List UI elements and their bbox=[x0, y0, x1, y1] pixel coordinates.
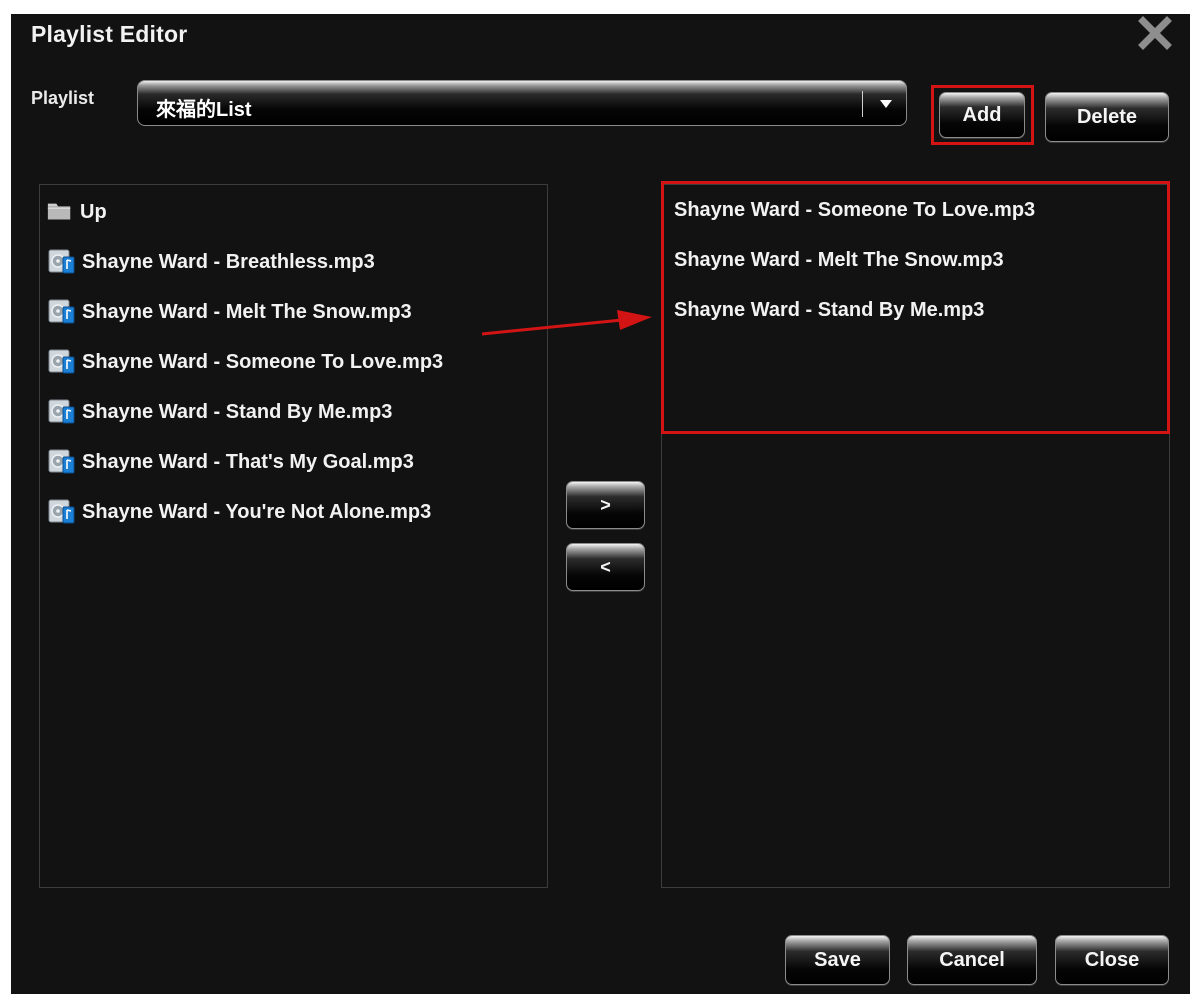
dialog-title: Playlist Editor bbox=[31, 21, 188, 47]
file-name: Shayne Ward - That's My Goal.mp3 bbox=[82, 450, 414, 473]
file-list-item[interactable]: Shayne Ward - Someone To Love.mp3 bbox=[46, 345, 443, 379]
close-button-label: Close bbox=[1084, 949, 1140, 971]
file-list-item[interactable]: Shayne Ward - Melt The Snow.mp3 bbox=[46, 295, 412, 329]
file-browser-panel[interactable]: Up Shayne Ward - Breathless.mp3 Shayne Wa… bbox=[39, 184, 548, 888]
file-list-item[interactable]: Shayne Ward - Breathless.mp3 bbox=[46, 245, 375, 279]
playlist-select-value: 來福的List bbox=[156, 99, 252, 121]
file-name: Shayne Ward - Stand By Me.mp3 bbox=[82, 400, 393, 423]
audio-file-icon bbox=[46, 398, 76, 426]
file-list-item[interactable]: Shayne Ward - That's My Goal.mp3 bbox=[46, 445, 414, 479]
close-button[interactable]: Close bbox=[1055, 935, 1169, 985]
playlist-label: Playlist bbox=[31, 88, 95, 108]
move-right-button[interactable]: > bbox=[566, 481, 645, 529]
close-x-icon[interactable] bbox=[1138, 16, 1172, 50]
file-name: Shayne Ward - Someone To Love.mp3 bbox=[82, 350, 444, 373]
playlist-tracks-panel[interactable]: Shayne Ward - Someone To Love.mp3 Shayne … bbox=[661, 184, 1170, 888]
cancel-button[interactable]: Cancel bbox=[907, 935, 1037, 985]
file-list-item[interactable]: Shayne Ward - Stand By Me.mp3 bbox=[46, 395, 392, 429]
folder-icon bbox=[47, 203, 71, 220]
move-left-button[interactable]: < bbox=[566, 543, 645, 591]
audio-file-icon bbox=[46, 348, 76, 376]
playlist-track-item[interactable]: Shayne Ward - Stand By Me.mp3 bbox=[674, 299, 984, 322]
audio-file-icon bbox=[46, 298, 76, 326]
delete-playlist-button-label: Delete bbox=[1076, 106, 1138, 128]
up-folder-label: Up bbox=[80, 200, 107, 223]
add-playlist-button[interactable]: Add bbox=[939, 92, 1025, 138]
add-playlist-button-label: Add bbox=[962, 104, 1002, 126]
cancel-button-label: Cancel bbox=[939, 949, 1005, 971]
save-button[interactable]: Save bbox=[785, 935, 890, 985]
audio-file-icon bbox=[46, 248, 76, 276]
playlist-select[interactable]: 來福的List bbox=[137, 80, 907, 126]
file-name: Shayne Ward - Melt The Snow.mp3 bbox=[82, 300, 412, 323]
playlist-track-item[interactable]: Shayne Ward - Someone To Love.mp3 bbox=[674, 199, 1035, 222]
file-name: Shayne Ward - Breathless.mp3 bbox=[82, 250, 375, 273]
save-button-label: Save bbox=[814, 949, 861, 971]
combo-divider bbox=[862, 91, 863, 117]
move-right-button-label: > bbox=[600, 495, 611, 515]
delete-playlist-button[interactable]: Delete bbox=[1045, 92, 1169, 142]
playlist-track-item[interactable]: Shayne Ward - Melt The Snow.mp3 bbox=[674, 249, 1004, 272]
up-folder-item[interactable]: Up bbox=[46, 195, 107, 229]
audio-file-icon bbox=[46, 448, 76, 476]
chevron-down-icon[interactable] bbox=[876, 94, 896, 114]
file-name: Shayne Ward - You're Not Alone.mp3 bbox=[82, 500, 432, 523]
audio-file-icon bbox=[46, 498, 76, 526]
file-list-item[interactable]: Shayne Ward - You're Not Alone.mp3 bbox=[46, 495, 431, 529]
move-left-button-label: < bbox=[600, 557, 611, 577]
